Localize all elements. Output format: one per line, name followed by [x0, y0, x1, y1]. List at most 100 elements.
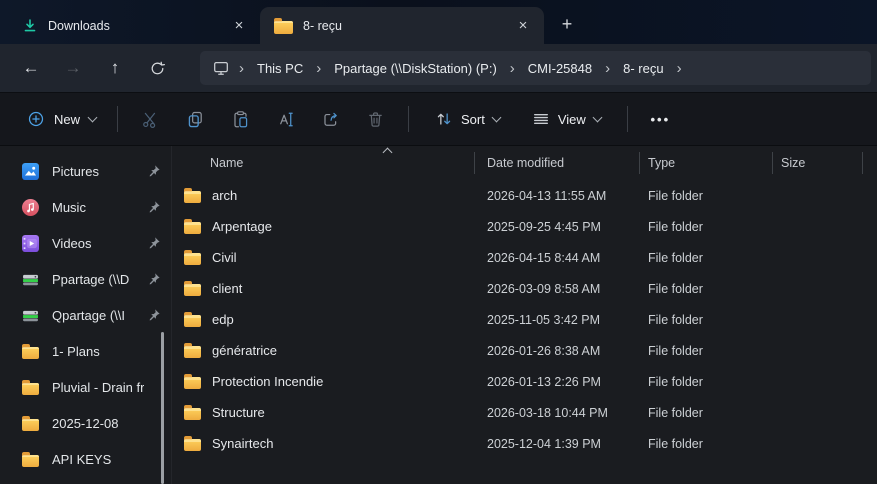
breadcrumb-this-pc[interactable]: This PC — [249, 58, 311, 79]
folder-icon — [184, 191, 201, 203]
pin-icon — [147, 272, 161, 286]
copy-icon — [186, 110, 205, 129]
breadcrumb-separator-icon: › — [674, 61, 685, 76]
folder-icon — [274, 21, 293, 34]
cut-button[interactable] — [128, 100, 173, 138]
sidebar-scrollbar[interactable] — [161, 332, 164, 484]
file-row-generatrice[interactable]: génératrice 2026-01-26 8:38 AM File fold… — [172, 335, 877, 366]
column-header-size[interactable]: Size — [773, 152, 863, 174]
breadcrumb-separator-icon: › — [236, 61, 247, 76]
folder-icon — [184, 315, 201, 327]
delete-icon — [366, 110, 385, 129]
sidebar-item-videos[interactable]: Videos — [4, 226, 161, 260]
tab-bar: Downloads × 8- reçu × + — [0, 0, 877, 44]
delete-button[interactable] — [353, 100, 398, 138]
downloads-icon — [22, 18, 38, 34]
sidebar-item-pluvial-drain[interactable]: Pluvial - Drain fr — [4, 370, 161, 404]
folder-icon — [22, 347, 39, 359]
breadcrumb-separator-icon: › — [602, 61, 613, 76]
chevron-down-icon — [491, 112, 501, 122]
music-icon — [22, 199, 39, 216]
toolbar-divider — [408, 106, 409, 132]
sort-button-label: Sort — [461, 112, 485, 127]
network-drive-icon — [22, 271, 39, 288]
address-bar[interactable]: › This PC › Ppartage (\\DiskStation) (P:… — [200, 51, 871, 85]
this-pc-monitor-icon — [212, 59, 230, 77]
refresh-button[interactable] — [140, 51, 174, 85]
paste-button[interactable] — [218, 100, 263, 138]
folder-icon — [184, 253, 201, 265]
pin-icon — [147, 164, 161, 178]
copy-button[interactable] — [173, 100, 218, 138]
tab-downloads[interactable]: Downloads × — [8, 7, 260, 44]
ellipsis-icon: ••• — [650, 112, 670, 127]
chevron-down-icon — [592, 112, 602, 122]
address-bar-row: ← → ↑ › This PC › Ppartage (\\DiskStatio… — [0, 44, 877, 92]
column-headers: Name Date modified Type Size — [172, 146, 877, 180]
sidebar-item-music[interactable]: Music — [4, 190, 161, 224]
toolbar-divider — [627, 106, 628, 132]
sort-arrows-icon — [435, 110, 453, 128]
breadcrumb-separator-icon: › — [313, 61, 324, 76]
file-row-edp[interactable]: edp 2025-11-05 3:42 PM File folder — [172, 304, 877, 335]
new-tab-button[interactable]: + — [552, 9, 582, 39]
breadcrumb-8-recu[interactable]: 8- reçu — [615, 58, 671, 79]
view-button[interactable]: View — [522, 102, 611, 136]
network-drive-icon — [22, 307, 39, 324]
paste-icon — [231, 110, 250, 129]
new-button[interactable]: New — [16, 102, 107, 136]
chevron-down-icon — [88, 112, 98, 122]
pictures-icon — [22, 163, 39, 180]
new-button-label: New — [54, 112, 80, 127]
pin-icon — [147, 200, 161, 214]
see-more-button[interactable]: ••• — [638, 100, 683, 138]
folder-icon — [184, 222, 201, 234]
view-button-label: View — [558, 112, 586, 127]
rename-icon — [276, 110, 295, 129]
sidebar-item-pictures[interactable]: Pictures — [4, 154, 161, 188]
plus-circle-icon — [27, 110, 45, 128]
breadcrumb-cmi-25848[interactable]: CMI-25848 — [520, 58, 600, 79]
pin-icon — [147, 236, 161, 250]
file-explorer-window: Downloads × 8- reçu × + ← → ↑ — [0, 0, 877, 484]
forward-button[interactable]: → — [56, 51, 90, 85]
folder-icon — [184, 346, 201, 358]
content-area: Pictures Music — [0, 146, 877, 484]
breadcrumb-separator-icon: › — [507, 61, 518, 76]
file-row-arch[interactable]: arch 2026-04-13 11:55 AM File folder — [172, 180, 877, 211]
view-lines-icon — [532, 110, 550, 128]
rename-button[interactable] — [263, 100, 308, 138]
back-button[interactable]: ← — [14, 51, 48, 85]
sidebar-item-1-plans[interactable]: 1- Plans — [4, 334, 161, 368]
sidebar-item-api-keys[interactable]: API KEYS — [4, 442, 161, 476]
tab-8-recu[interactable]: 8- reçu × — [260, 7, 544, 44]
close-tab-icon[interactable]: × — [512, 15, 534, 37]
folder-icon — [22, 419, 39, 431]
tab-label: Downloads — [48, 19, 110, 33]
sidebar-item-qpartage[interactable]: Qpartage (\\I — [4, 298, 161, 332]
sidebar-item-ppartage[interactable]: Ppartage (\\D — [4, 262, 161, 296]
file-row-arpentage[interactable]: Arpentage 2025-09-25 4:45 PM File folder — [172, 211, 877, 242]
share-button[interactable] — [308, 100, 353, 138]
up-button[interactable]: ↑ — [98, 51, 132, 85]
sort-button[interactable]: Sort — [425, 102, 510, 136]
file-row-civil[interactable]: Civil 2026-04-15 8:44 AM File folder — [172, 242, 877, 273]
folder-icon — [184, 284, 201, 296]
close-tab-icon[interactable]: × — [228, 15, 250, 37]
file-row-structure[interactable]: Structure 2026-03-18 10:44 PM File folde… — [172, 397, 877, 428]
column-header-name[interactable]: Name — [172, 152, 475, 174]
breadcrumb-ppartage[interactable]: Ppartage (\\DiskStation) (P:) — [326, 58, 505, 79]
file-row-protection-incendie[interactable]: Protection Incendie 2026-01-13 2:26 PM F… — [172, 366, 877, 397]
column-header-type[interactable]: Type — [640, 152, 773, 174]
column-header-date-modified[interactable]: Date modified — [475, 152, 640, 174]
folder-icon — [184, 377, 201, 389]
videos-icon — [22, 235, 39, 252]
file-row-synairtech[interactable]: Synairtech 2025-12-04 1:39 PM File folde… — [172, 428, 877, 459]
file-row-client[interactable]: client 2026-03-09 8:58 AM File folder — [172, 273, 877, 304]
folder-icon — [184, 408, 201, 420]
sidebar-item-2025-12-08[interactable]: 2025-12-08 — [4, 406, 161, 440]
cut-icon — [141, 110, 160, 129]
toolbar-divider — [117, 106, 118, 132]
folder-icon — [22, 383, 39, 395]
folder-icon — [22, 455, 39, 467]
